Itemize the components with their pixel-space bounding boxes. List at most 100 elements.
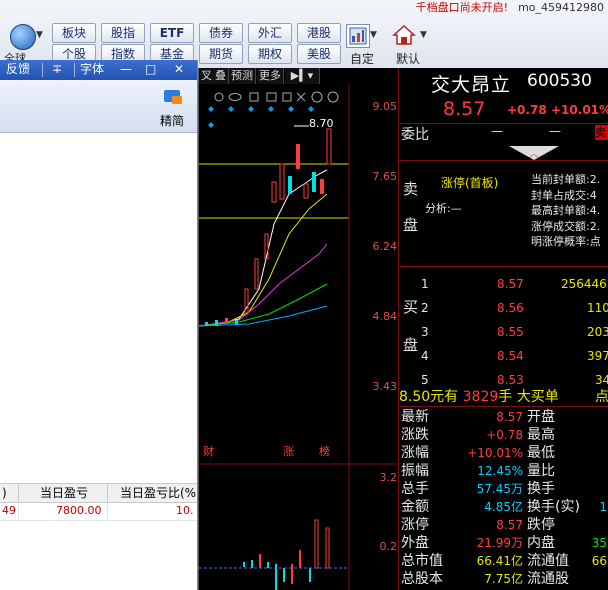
tab-forecast[interactable]: 预测 <box>229 68 256 84</box>
user-id[interactable]: mo_459412980 <box>518 1 604 14</box>
price-label: 3.43 <box>372 380 398 393</box>
event-rank-marker[interactable]: 榜 <box>319 443 330 459</box>
stock-code: 600530 <box>527 71 592 91</box>
ma10-line <box>199 193 328 327</box>
weibi-label: 委比 <box>401 127 429 143</box>
btn-etf[interactable]: ETF <box>150 23 194 43</box>
divider <box>18 502 19 520</box>
stat-label-right: 内盘 <box>527 535 555 551</box>
big-order-row: 8.50元有 3829手 大买单 点 <box>399 389 608 405</box>
lock-icon <box>249 92 259 102</box>
play-dropdown-icon[interactable]: ▶▍▾ <box>285 68 320 84</box>
window-titlebar[interactable]: 反馈 ∓ 字体 — □ ✕ <box>0 60 197 80</box>
stat-label-right: 最低 <box>527 445 555 461</box>
brief-mode-label[interactable]: 精简 <box>160 112 184 129</box>
grid-icon <box>282 92 292 102</box>
stat-label: 涨幅 <box>401 445 429 461</box>
globe-button[interactable] <box>10 24 36 50</box>
custom-button[interactable] <box>346 24 370 48</box>
pin-button[interactable]: ∓ <box>52 62 62 77</box>
collapse-arrow-icon[interactable]: ︿ <box>529 145 539 160</box>
default-label: 默认 <box>396 52 421 66</box>
col-header-daily-pnl-pct[interactable]: 当日盈亏比(% <box>120 484 197 502</box>
limit-detail-item: 封单占成交:4 <box>531 188 597 202</box>
stat-value: 66.41亿 <box>476 554 523 568</box>
limit-detail-item: 最高封单额:4. <box>531 204 601 217</box>
price-label: 4.84 <box>372 310 398 323</box>
analysis-link[interactable]: 分析:— <box>425 200 462 216</box>
bid-row[interactable]: 2 8.56 110 <box>421 296 608 320</box>
event-limit-marker[interactable]: 涨 <box>283 443 294 459</box>
buy-side-label-1: 买 <box>403 298 419 316</box>
top-toolbar: 千档盘口尚未开启! mo_459412980 ▼ 全球 板块 股指 ETF 债券 … <box>0 0 608 69</box>
price-label: 7.65 <box>372 170 398 183</box>
marker-diamonds <box>208 106 314 128</box>
btn-forex[interactable]: 外汇 <box>248 23 292 43</box>
btn-bond[interactable]: 债券 <box>199 23 243 43</box>
window-toolbar: 精简 <box>0 80 197 133</box>
bid-list: 1 8.57 256446 2 8.56 110 3 8.55 203 4 8.54 397 5… <box>421 272 608 392</box>
btn-options[interactable]: 期权 <box>248 44 292 64</box>
btn-stock-index[interactable]: 股指 <box>101 23 145 43</box>
btn-futures[interactable]: 期货 <box>199 44 243 64</box>
stat-label: 总市值 <box>401 553 443 569</box>
table-row[interactable]: 49 7800.00 10. <box>0 502 197 521</box>
calendar-icon <box>266 92 277 102</box>
btn-sector[interactable]: 板块 <box>52 23 96 43</box>
zoom-in-icon <box>311 91 323 103</box>
tab-overlay[interactable]: 叠 <box>213 68 229 84</box>
globe-icon <box>10 24 36 50</box>
price-change-pct: +10.01% <box>551 103 608 117</box>
event-finance-marker[interactable]: 财 <box>203 443 214 459</box>
bid-row[interactable]: 1 8.57 256446 <box>421 272 608 296</box>
high-marker-label: 8.70 <box>309 117 334 130</box>
stat-value-right: 35 <box>591 536 607 550</box>
custom-dropdown-icon[interactable]: ▼ <box>370 30 377 40</box>
stat-value: +10.01% <box>467 446 523 460</box>
volume-label: 0.2 <box>379 540 398 553</box>
table-cell: 7800.00 <box>56 504 102 517</box>
divider <box>74 63 75 77</box>
globe-dropdown-icon[interactable]: ▼ <box>36 30 46 42</box>
brief-mode-icon-accent <box>172 96 182 104</box>
stat-label: 涨停 <box>401 517 429 533</box>
stat-label: 总股本 <box>401 571 443 587</box>
zoom-out-icon <box>327 91 339 103</box>
maximize-button[interactable]: □ <box>145 62 156 77</box>
tab-more[interactable]: 更多 <box>257 68 284 84</box>
stat-value: 7.75亿 <box>484 572 523 586</box>
col-header-daily-pnl[interactable]: 当日盈亏 <box>40 484 100 502</box>
stat-label: 金额 <box>401 499 429 515</box>
minimize-button[interactable]: — <box>120 62 132 77</box>
font-button[interactable]: 字体 <box>80 62 104 77</box>
stat-label-right: 开盘 <box>527 409 555 425</box>
custom-label: 自定 <box>350 52 375 66</box>
col-header[interactable]: ) <box>2 484 22 502</box>
sell-tab-button[interactable]: 卖 <box>595 125 608 140</box>
default-dropdown-icon[interactable]: ▼ <box>420 30 427 40</box>
btn-hk-stock[interactable]: 港股 <box>297 23 341 43</box>
btn-us-stock[interactable]: 美股 <box>297 44 341 64</box>
price-label: 6.24 <box>372 240 398 253</box>
divider <box>399 266 608 267</box>
stat-label: 总手 <box>401 481 429 497</box>
stat-label: 振幅 <box>401 463 429 479</box>
price-change: +0.78 <box>507 103 547 117</box>
order-book-notice: 千档盘口尚未开启! <box>415 1 509 14</box>
default-button[interactable] <box>392 24 416 46</box>
divider <box>18 484 19 502</box>
last-price: 8.57 <box>443 98 486 120</box>
bid-row[interactable]: 3 8.55 203 <box>421 320 608 344</box>
stat-label-right: 最高 <box>527 427 555 443</box>
feedback-button[interactable]: 反馈 <box>6 62 30 77</box>
bid-row[interactable]: 4 8.54 397 <box>421 344 608 368</box>
divider <box>399 160 608 161</box>
eye-icon <box>228 93 242 101</box>
divider <box>399 123 608 124</box>
stat-value: +0.78 <box>486 428 523 442</box>
close-button[interactable]: ✕ <box>174 62 184 77</box>
custom-layout-icon <box>349 27 367 45</box>
limit-detail-item: 涨停成交额:2. <box>531 219 601 233</box>
stat-value: 8.57 <box>496 518 523 532</box>
ma20-line <box>199 243 328 327</box>
